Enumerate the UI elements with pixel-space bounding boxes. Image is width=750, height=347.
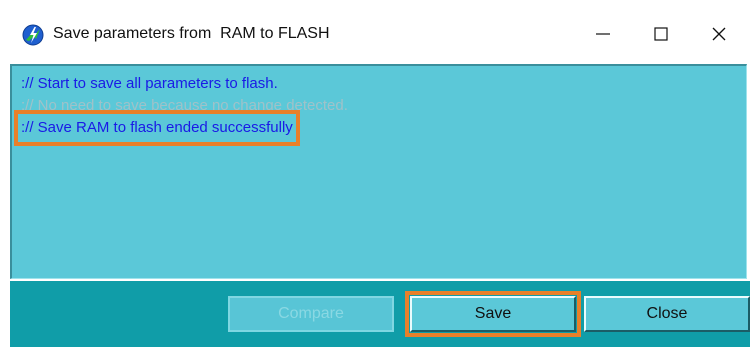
save-parameters-dialog: Save parameters from RAM to FLASH :// St… — [0, 0, 750, 347]
close-window-button[interactable] — [697, 14, 741, 54]
save-button[interactable]: Save — [405, 291, 581, 337]
log-output-area[interactable]: :// Start to save all parameters to flas… — [10, 64, 747, 279]
button-bar: Compare Save Close — [10, 281, 750, 347]
log-line: :// Start to save all parameters to flas… — [21, 75, 278, 92]
app-icon — [22, 24, 44, 46]
close-icon — [712, 27, 726, 41]
highlighted-success-message: :// Save RAM to flash ended successfully — [14, 110, 300, 146]
log-line-success: :// Save RAM to flash ended successfully — [14, 110, 746, 146]
close-button[interactable]: Close — [584, 296, 750, 332]
window-title: Save parameters from RAM to FLASH — [53, 25, 330, 42]
log-line: :// No need to save because no change de… — [21, 97, 348, 114]
compare-button[interactable]: Compare — [228, 296, 394, 332]
maximize-button[interactable] — [639, 14, 683, 54]
maximize-icon — [654, 27, 668, 41]
minimize-button[interactable] — [581, 14, 625, 54]
minimize-icon — [596, 33, 610, 35]
title-bar[interactable]: Save parameters from RAM to FLASH — [0, 0, 750, 64]
